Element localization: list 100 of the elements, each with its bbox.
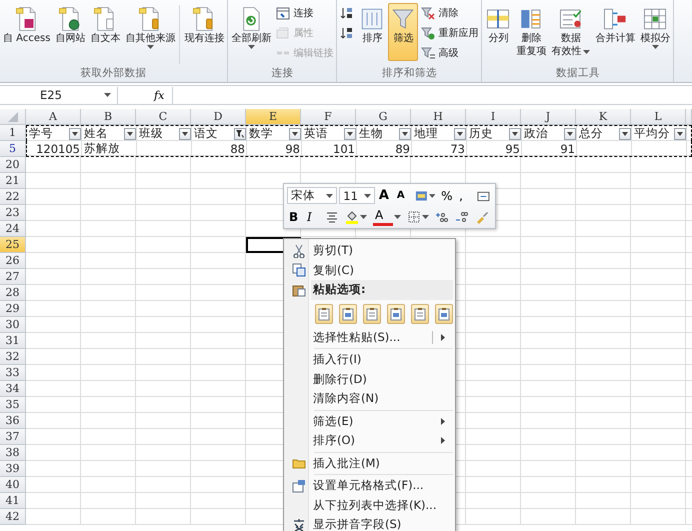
row-header[interactable]: 38 <box>0 445 26 461</box>
ribbon-button[interactable]: 重新应用 <box>419 23 480 42</box>
row-header[interactable]: 33 <box>0 365 26 381</box>
ribbon-button[interactable]: 全部刷新 <box>229 3 274 61</box>
row-header[interactable]: 41 <box>0 493 26 509</box>
paste-option-button[interactable] <box>315 304 333 324</box>
row-header[interactable]: 39 <box>0 461 26 477</box>
ribbon-button[interactable]: 删除 重复项 <box>514 3 548 61</box>
row-header[interactable]: 40 <box>0 477 26 493</box>
filter-button[interactable] <box>69 128 81 140</box>
filter-button[interactable] <box>509 128 521 140</box>
ribbon-button[interactable]: 分列 <box>483 3 514 61</box>
row-header[interactable]: 34 <box>0 381 26 397</box>
menu-item[interactable]: 插入批注(M) <box>286 454 453 473</box>
row-header[interactable]: 21 <box>0 173 26 189</box>
caret-icon <box>567 132 573 136</box>
fill-color-icon <box>345 210 359 224</box>
row-header[interactable]: 22 <box>0 189 26 205</box>
row-header[interactable]: 20 <box>0 157 26 173</box>
column-header[interactable]: I <box>466 109 521 125</box>
menu-item[interactable]: 剪切(T) <box>286 241 453 260</box>
paste-option-button[interactable] <box>435 304 453 324</box>
row-header[interactable]: 28 <box>0 285 26 301</box>
grow-font-button[interactable]: A <box>376 186 393 204</box>
font-size-field[interactable]: 11 <box>339 187 375 204</box>
row-header[interactable]: 30 <box>0 317 26 333</box>
paste-option-button[interactable] <box>411 304 429 324</box>
filter-button[interactable] <box>619 128 631 140</box>
column-header[interactable]: K <box>576 109 631 125</box>
menu-item[interactable]: 排序(O) <box>286 431 453 450</box>
ribbon-button[interactable]: 数据 有效性 <box>549 3 592 61</box>
menu-item[interactable]: 显示拼音字段(S) <box>286 515 453 531</box>
column-header[interactable]: B <box>81 109 136 125</box>
row-header[interactable]: 1 <box>0 125 26 141</box>
ribbon-button[interactable]: 模拟分 <box>638 3 672 61</box>
ribbon-button[interactable]: 自其他来源 <box>123 3 178 61</box>
ribbon-button[interactable]: 高级 <box>419 43 480 62</box>
row-header[interactable]: 35 <box>0 397 26 413</box>
column-header[interactable]: H <box>411 109 466 125</box>
comma-button[interactable]: , <box>457 186 474 204</box>
column-header[interactable]: F <box>301 109 356 125</box>
filter-button[interactable] <box>344 128 356 140</box>
row-header[interactable]: 27 <box>0 269 26 285</box>
menu-item[interactable]: 设置单元格格式(F)... <box>286 476 453 496</box>
ribbon-button[interactable]: 现有连接 <box>182 3 226 61</box>
row-header[interactable]: 36 <box>0 413 26 429</box>
row-header[interactable]: 31 <box>0 333 26 349</box>
column-header[interactable]: A <box>26 109 81 125</box>
column-header[interactable]: E <box>246 109 301 125</box>
insert-function-button[interactable]: fx <box>118 88 172 102</box>
ribbon-button[interactable]: 清除 <box>419 3 480 22</box>
row-header[interactable]: 24 <box>0 221 26 237</box>
column-header[interactable]: J <box>521 109 576 125</box>
filter-button[interactable] <box>179 128 191 140</box>
menu-item[interactable]: 复制(C) <box>286 260 453 280</box>
menu-item[interactable]: 从下拉列表中选择(K)... <box>286 496 453 515</box>
shrink-font-button[interactable]: A <box>394 186 411 204</box>
ribbon-button[interactable]: 合并计算 <box>593 3 638 61</box>
ribbon-button[interactable]: 自网站 <box>53 3 88 61</box>
row-header[interactable]: 29 <box>0 301 26 317</box>
percent-button[interactable]: % <box>439 186 456 204</box>
column-header[interactable]: C <box>136 109 191 125</box>
column-header[interactable]: G <box>356 109 411 125</box>
column-header[interactable]: D <box>191 109 246 125</box>
menu-item[interactable]: 筛选(E) <box>286 412 453 431</box>
ribbon-button[interactable]: 自文本 <box>88 3 122 61</box>
menu-item[interactable]: 删除行(D) <box>286 370 453 389</box>
row-header[interactable]: 23 <box>0 205 26 221</box>
column-header[interactable]: L <box>631 109 686 125</box>
filter-button[interactable] <box>674 128 686 140</box>
filter-button[interactable] <box>564 128 576 140</box>
caret-icon <box>622 132 628 136</box>
ribbon-button[interactable]: 连接 <box>274 3 336 22</box>
filter-button[interactable] <box>234 128 246 140</box>
header-label: 语文 <box>194 126 218 141</box>
menu-item[interactable]: 选择性粘贴(S)... <box>286 328 453 347</box>
font-color-button[interactable]: A <box>371 208 403 226</box>
paste-option-button[interactable] <box>363 304 381 324</box>
menu-item[interactable]: 插入行(I) <box>286 350 453 370</box>
italic-button[interactable]: I <box>305 208 321 226</box>
header-label: 英语 <box>304 126 328 141</box>
filter-button[interactable] <box>454 128 466 140</box>
row-header[interactable]: 26 <box>0 253 26 269</box>
font-name-field[interactable]: 宋体 <box>287 187 338 204</box>
filter-button[interactable] <box>124 128 136 140</box>
bold-button[interactable]: B <box>287 208 303 226</box>
filter-button[interactable] <box>289 128 301 140</box>
row-header[interactable]: 37 <box>0 429 26 445</box>
row-header[interactable]: 32 <box>0 349 26 365</box>
row-header[interactable]: 42 <box>0 509 26 525</box>
filter-button[interactable] <box>399 128 411 140</box>
paste-option-button[interactable] <box>387 304 405 324</box>
paste-option-button[interactable] <box>339 304 357 324</box>
menu-item[interactable]: 清除内容(N) <box>286 389 453 408</box>
ribbon-button[interactable]: 排序 <box>357 3 388 61</box>
row-header[interactable]: 25 <box>0 237 26 253</box>
ribbon-button[interactable]: 自 Access <box>1 3 52 61</box>
row-header[interactable]: 5 <box>0 141 26 157</box>
ribbon-button[interactable]: 筛选 <box>388 3 418 61</box>
caret-icon <box>422 214 429 218</box>
